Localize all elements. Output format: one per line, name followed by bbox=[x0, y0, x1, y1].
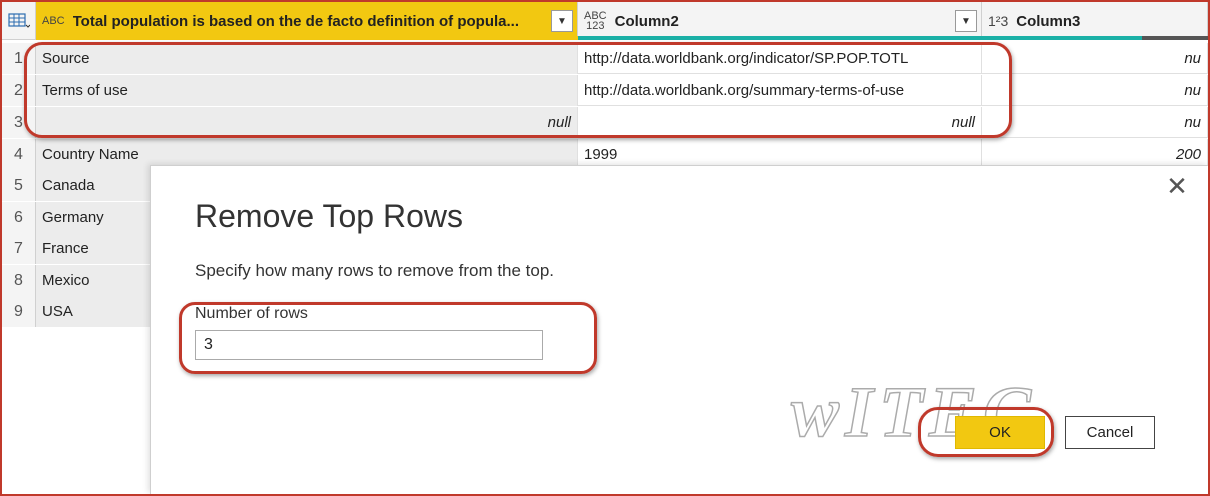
table-row[interactable]: 2 Terms of use http://data.worldbank.org… bbox=[2, 75, 1208, 106]
ok-button[interactable]: OK bbox=[955, 416, 1045, 449]
row-number: 3 bbox=[2, 107, 36, 138]
close-icon[interactable]: ✕ bbox=[1165, 173, 1189, 199]
table-row[interactable]: 3 null null nu bbox=[2, 107, 1208, 138]
table-row[interactable]: 1 Source http://data.worldbank.org/indic… bbox=[2, 43, 1208, 74]
table-cell[interactable]: nu bbox=[982, 107, 1208, 138]
table-cell[interactable]: null bbox=[578, 107, 982, 138]
cancel-button[interactable]: Cancel bbox=[1065, 416, 1155, 449]
column-title: Total population is based on the de fact… bbox=[72, 12, 519, 30]
chevron-down-icon: ▼ bbox=[961, 15, 971, 27]
number-type-icon[interactable]: 1²3 bbox=[988, 14, 1008, 28]
any-type-icon[interactable]: ABC 123 bbox=[584, 11, 607, 32]
table-cell[interactable]: http://data.worldbank.org/indicator/SP.P… bbox=[578, 43, 982, 74]
table-menu-button[interactable] bbox=[2, 2, 36, 40]
table-cell[interactable]: Source bbox=[36, 43, 578, 74]
row-number: 2 bbox=[2, 75, 36, 106]
column-quality-bar bbox=[578, 36, 982, 40]
column-quality-bar-empty bbox=[1142, 36, 1208, 40]
dialog-description: Specify how many rows to remove from the… bbox=[195, 261, 555, 280]
column-header-1[interactable]: ABC Total population is based on the de … bbox=[36, 2, 578, 40]
chevron-down-icon: ▼ bbox=[557, 15, 567, 27]
column-header-2[interactable]: ABC 123 Column2 ▼ bbox=[578, 2, 982, 40]
table-cell[interactable]: Terms of use bbox=[36, 75, 578, 106]
table-cell[interactable]: null bbox=[36, 107, 578, 138]
remove-top-rows-dialog: ✕ Remove Top Rows Specify how many rows … bbox=[150, 165, 1208, 494]
row-number: 8 bbox=[2, 265, 36, 296]
table-cell[interactable]: nu bbox=[982, 75, 1208, 106]
column-quality-bar bbox=[36, 36, 578, 40]
row-number: 5 bbox=[2, 170, 36, 201]
row-number: 7 bbox=[2, 233, 36, 264]
row-number: 9 bbox=[2, 296, 36, 327]
number-of-rows-label: Number of rows bbox=[195, 305, 308, 322]
number-of-rows-input[interactable] bbox=[195, 330, 543, 360]
column-filter-button[interactable]: ▼ bbox=[955, 10, 977, 32]
row-number: 4 bbox=[2, 139, 36, 170]
column-filter-button[interactable]: ▼ bbox=[551, 10, 573, 32]
column-title: Column3 bbox=[1016, 12, 1081, 30]
column-header-3[interactable]: 1²3 Column3 bbox=[982, 2, 1208, 40]
row-number: 6 bbox=[2, 202, 36, 233]
dialog-title: Remove Top Rows bbox=[195, 198, 463, 234]
table-cell[interactable]: http://data.worldbank.org/summary-terms-… bbox=[578, 75, 982, 106]
table-menu-icon bbox=[7, 13, 30, 28]
column-header-bar: ABC Total population is based on the de … bbox=[2, 2, 1208, 40]
row-number: 1 bbox=[2, 43, 36, 74]
table-cell[interactable]: nu bbox=[982, 43, 1208, 74]
column-title: Column2 bbox=[614, 12, 679, 30]
column-quality-bar bbox=[982, 36, 1142, 40]
text-type-icon[interactable]: ABC bbox=[42, 16, 65, 27]
